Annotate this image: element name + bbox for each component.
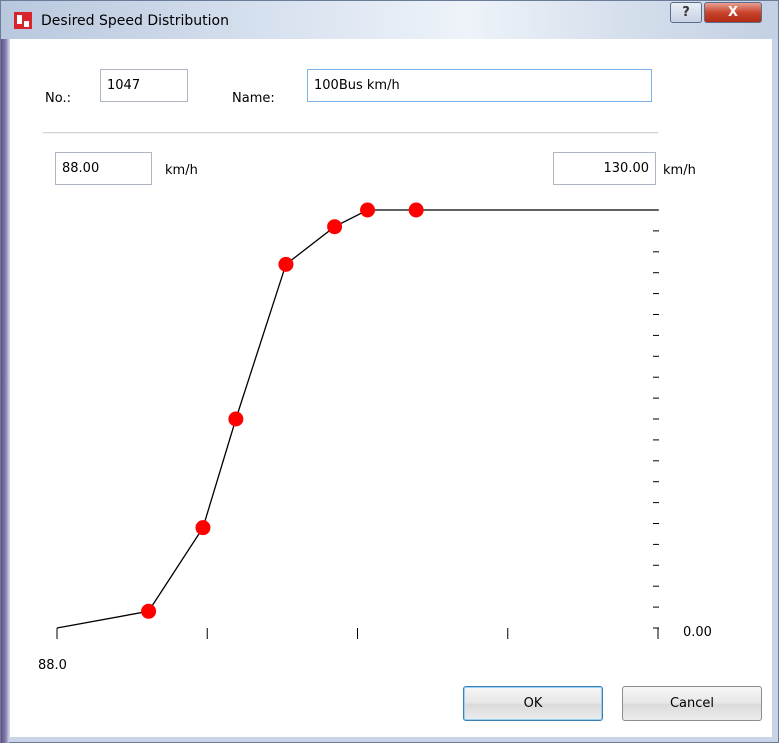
x-axis-tick-label: 88.0 <box>38 658 67 673</box>
window-title: Desired Speed Distribution <box>41 13 229 29</box>
title-bar[interactable]: Desired Speed Distribution ? X <box>1 1 778 39</box>
cancel-button[interactable]: Cancel <box>622 686 762 721</box>
data-point-marker[interactable] <box>360 202 376 218</box>
close-button[interactable]: X <box>704 2 762 23</box>
app-icon <box>14 12 32 29</box>
window-left-edge <box>1 39 9 743</box>
data-point-marker[interactable] <box>228 411 244 427</box>
ok-button-label: OK <box>523 696 543 711</box>
dialog-body: No.: Name: km/h km/h 88.0 0.00 OK Cancel <box>10 39 772 737</box>
ok-button[interactable]: OK <box>463 686 603 721</box>
y-axis-tick-label: 0.00 <box>683 625 712 640</box>
data-point-marker[interactable] <box>195 520 211 536</box>
close-icon: X <box>727 5 739 20</box>
help-icon: ? <box>682 5 690 20</box>
help-button[interactable]: ? <box>670 2 702 23</box>
data-point-marker[interactable] <box>327 219 343 235</box>
data-point-marker[interactable] <box>278 256 294 272</box>
data-point-marker[interactable] <box>408 202 424 218</box>
cancel-button-label: Cancel <box>669 696 715 711</box>
distribution-line <box>56 209 658 629</box>
data-point-marker[interactable] <box>141 603 157 619</box>
dialog-window: Desired Speed Distribution ? X No.: Name… <box>0 0 779 743</box>
speed-distribution-chart[interactable]: 88.0 0.00 <box>10 39 772 737</box>
